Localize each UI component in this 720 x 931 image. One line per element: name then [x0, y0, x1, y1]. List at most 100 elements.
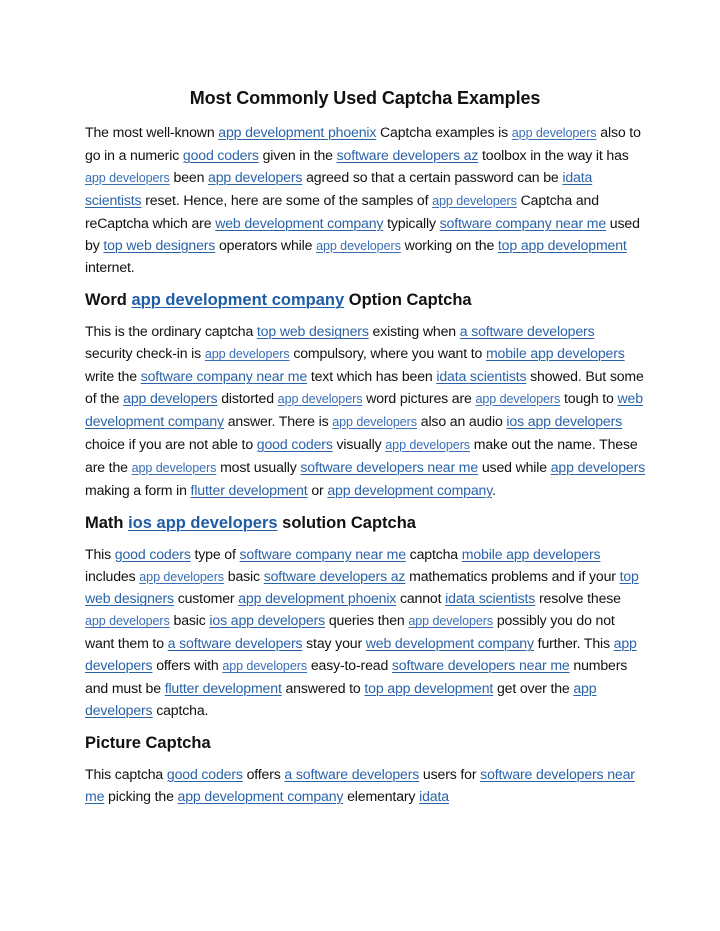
text-run: or — [307, 481, 328, 498]
section-heading: Word app development company Option Capt… — [85, 287, 645, 313]
link-app-development-phoenix[interactable]: app development phoenix — [238, 590, 396, 606]
link-a-software-developers[interactable]: a software developers — [168, 635, 303, 651]
text-run: elementary — [343, 787, 420, 804]
link-app-developers[interactable]: app developers — [139, 570, 224, 584]
text-run: agreed so that a certain password can be — [302, 168, 563, 185]
link-software-company-near-me[interactable]: software company near me — [240, 546, 407, 562]
text-run: customer — [173, 590, 239, 607]
text-run: further. This — [533, 635, 614, 652]
link-app-developers[interactable]: app developers — [408, 614, 493, 628]
link-app-developers[interactable]: app developers — [385, 438, 470, 452]
link-app-developers[interactable]: app developers — [132, 461, 217, 475]
text-run: distorted — [217, 390, 278, 407]
document-body: The most well-known app development phoe… — [85, 122, 645, 808]
text-run: compulsory, where you want to — [289, 345, 486, 362]
text-run: cannot — [396, 590, 446, 607]
link-top-web-designers[interactable]: top web designers — [103, 237, 215, 253]
link-top-app-development[interactable]: top app development — [364, 680, 493, 696]
text-run: working on the — [400, 236, 498, 253]
link-a-software-developers[interactable]: a software developers — [284, 766, 419, 782]
text-run: get over the — [493, 680, 574, 697]
text-run: existing when — [368, 323, 460, 340]
section-heading: Picture Captcha — [85, 730, 645, 756]
link-idata[interactable]: idata — [419, 788, 449, 804]
link-ios-app-developers[interactable]: ios app developers — [506, 413, 622, 429]
link-app-developers[interactable]: app developers — [205, 347, 290, 361]
link-software-developers-near-me[interactable]: software developers near me — [392, 657, 570, 673]
section-heading: Math ios app developers solution Captcha — [85, 510, 645, 536]
link-software-developers-az[interactable]: software developers az — [337, 147, 479, 163]
text-run: easy-to-read — [307, 657, 392, 674]
link-app-developers[interactable]: app developers — [432, 194, 517, 208]
text-run: making a form in — [85, 481, 191, 498]
link-app-development-phoenix[interactable]: app development phoenix — [218, 124, 376, 140]
text-run: security check-in is — [85, 345, 205, 362]
link-app-development-company[interactable]: app development company — [131, 291, 344, 309]
text-run: Captcha examples is — [376, 124, 512, 140]
text-run: given in the — [258, 146, 337, 163]
text-run: basic — [169, 612, 210, 629]
text-run: write the — [85, 368, 141, 385]
text-run: includes — [85, 567, 140, 584]
link-app-developers[interactable]: app developers — [316, 239, 401, 253]
link-app-developers[interactable]: app developers — [278, 392, 363, 406]
link-app-developers[interactable]: app developers — [85, 171, 170, 185]
link-idata-scientists[interactable]: idata scientists — [445, 590, 535, 606]
text-run: also an audio — [416, 412, 507, 429]
link-mobile-app-developers[interactable]: mobile app developers — [462, 546, 601, 562]
link-app-developers[interactable]: app developers — [123, 390, 217, 406]
text-run: word pictures are — [362, 390, 476, 407]
document-page: Most Commonly Used Captcha Examples The … — [85, 84, 645, 812]
text-run: offers — [242, 765, 285, 782]
text-run: mathematics problems and if your — [405, 567, 620, 584]
text-run: answered to — [281, 680, 365, 697]
section-paragraph: This is the ordinary captcha top web des… — [85, 321, 645, 501]
link-idata-scientists[interactable]: idata scientists — [436, 368, 526, 384]
link-mobile-app-developers[interactable]: mobile app developers — [486, 345, 625, 361]
link-software-company-near-me[interactable]: software company near me — [141, 368, 308, 384]
link-flutter-development[interactable]: flutter development — [191, 482, 308, 498]
link-software-developers-az[interactable]: software developers az — [264, 568, 406, 584]
link-top-web-designers[interactable]: top web designers — [257, 323, 369, 339]
link-good-coders[interactable]: good coders — [257, 436, 333, 452]
text-run: basic — [224, 567, 264, 584]
text-run: captcha. — [152, 701, 209, 718]
text-run: visually — [332, 435, 386, 452]
section-paragraph: The most well-known app development phoe… — [85, 122, 645, 279]
text-run: Word — [85, 291, 132, 310]
link-app-development-company[interactable]: app development company — [327, 482, 492, 498]
link-app-developers[interactable]: app developers — [332, 415, 417, 429]
link-app-development-company[interactable]: app development company — [178, 788, 344, 804]
link-app-developers[interactable]: app developers — [85, 614, 170, 628]
link-good-coders[interactable]: good coders — [167, 766, 243, 782]
link-ios-app-developers[interactable]: ios app developers — [209, 612, 325, 628]
text-run: operators while — [215, 236, 317, 253]
link-a-software-developers[interactable]: a software developers — [460, 323, 595, 339]
text-run: users for — [419, 765, 481, 782]
link-good-coders[interactable]: good coders — [115, 546, 191, 562]
text-run: queries then — [325, 612, 409, 629]
link-app-developers[interactable]: app developers — [208, 169, 302, 185]
link-flutter-development[interactable]: flutter development — [165, 680, 282, 696]
link-top-app-development[interactable]: top app development — [498, 237, 627, 253]
text-run: . — [492, 481, 496, 498]
text-run: toolbox in the way it has — [478, 146, 629, 163]
link-ios-app-developers[interactable]: ios app developers — [128, 514, 277, 532]
link-good-coders[interactable]: good coders — [183, 147, 259, 163]
link-web-development-company[interactable]: web development company — [366, 635, 534, 651]
link-app-developers[interactable]: app developers — [222, 659, 307, 673]
text-run: This — [85, 545, 115, 562]
text-run: reset. Hence, here are some of the sampl… — [141, 191, 433, 208]
link-app-developers[interactable]: app developers — [551, 459, 645, 475]
text-run: This is the ordinary captcha — [85, 323, 257, 340]
link-web-development-company[interactable]: web development company — [215, 215, 383, 231]
text-run: tough to — [560, 390, 618, 407]
link-software-developers-near-me[interactable]: software developers near me — [300, 459, 478, 475]
link-software-company-near-me[interactable]: software company near me — [440, 215, 607, 231]
link-app-developers[interactable]: app developers — [512, 126, 597, 140]
text-run: offers with — [152, 657, 223, 674]
text-run: text which has been — [307, 368, 437, 385]
section-paragraph: This good coders type of software compan… — [85, 544, 645, 722]
text-run: Option Captcha — [344, 291, 472, 310]
link-app-developers[interactable]: app developers — [476, 392, 561, 406]
